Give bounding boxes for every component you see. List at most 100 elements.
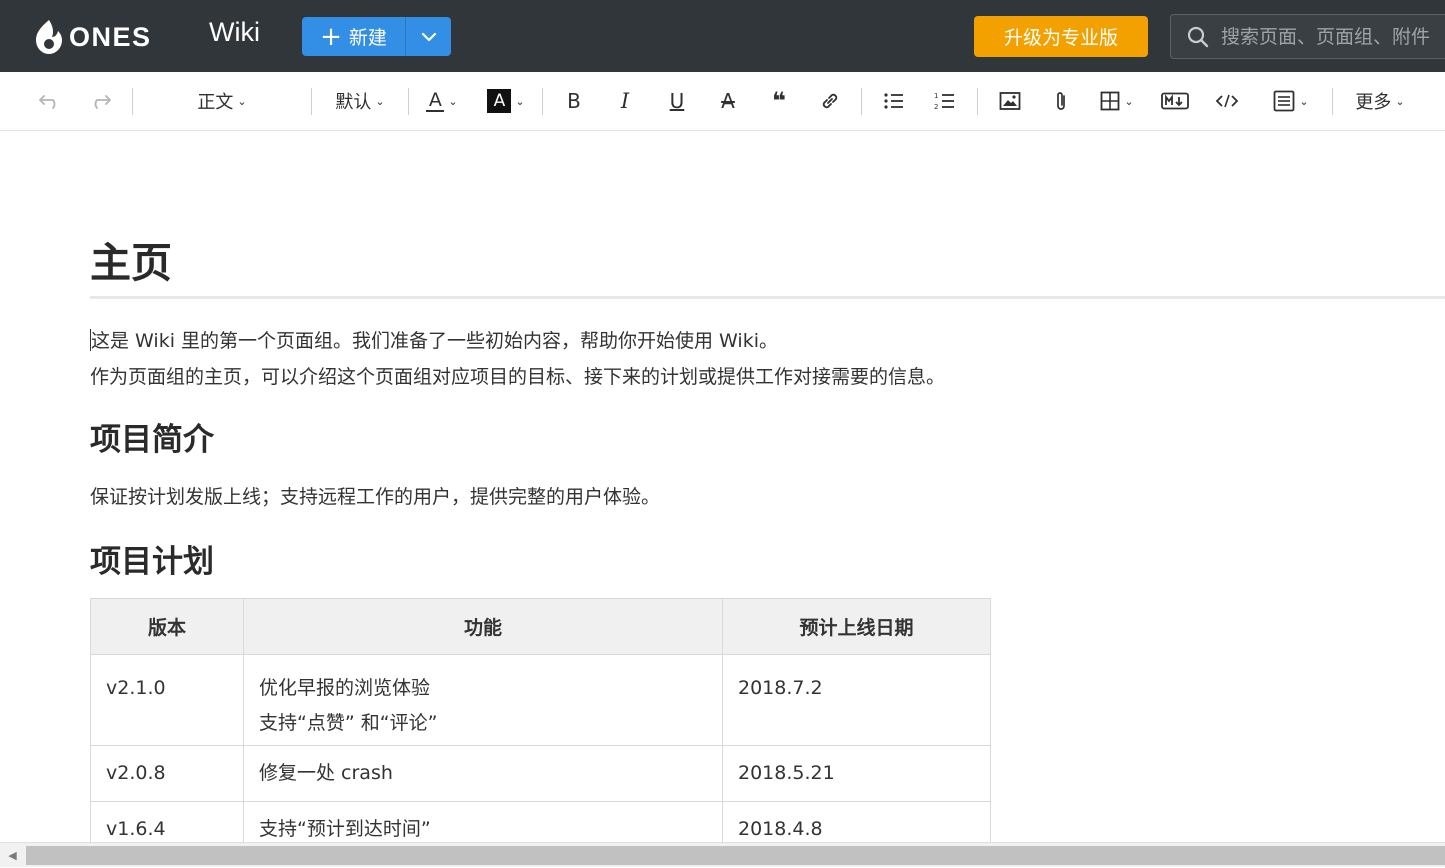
redo-icon [94, 95, 111, 109]
toolbar-divider [408, 88, 409, 115]
table-cell-version[interactable]: v2.1.0 [90, 654, 244, 746]
highlight-color-icon: A [487, 89, 512, 113]
markdown-button[interactable] [1158, 72, 1192, 130]
undo-button[interactable] [36, 72, 64, 130]
toolbar-divider [542, 88, 543, 115]
chevron-down-icon: ⌄ [1124, 94, 1134, 108]
top-bar: ONES Wiki + 新建 升级为专业版 [0, 0, 1445, 72]
intro-paragraph-1[interactable]: 这是 Wiki 里的第一个页面组。我们准备了一些初始内容，帮助你开始使用 Wik… [90, 326, 778, 353]
quote-button[interactable]: ❝ [765, 72, 793, 130]
markdown-icon [1161, 92, 1189, 110]
table-cell-date[interactable]: 2018.4.8 [722, 801, 991, 842]
chevron-down-icon: ⌄ [375, 94, 385, 108]
bullet-list-icon [884, 93, 903, 109]
toolbar-divider [977, 88, 978, 115]
more-menu-label: 更多 [1355, 92, 1392, 113]
svg-text:2: 2 [934, 103, 938, 111]
underline-button[interactable]: U [663, 72, 691, 130]
feature-line: 优化早报的浏览体验 [259, 677, 431, 699]
numbered-list-button[interactable]: 12 [931, 72, 959, 130]
link-icon [822, 93, 838, 109]
new-dropdown-button[interactable] [405, 17, 451, 56]
insert-table-button[interactable]: ⌄ [1096, 72, 1138, 130]
scrollbar-thumb[interactable] [26, 846, 1445, 865]
text-color-button[interactable]: A ⌄ [422, 72, 462, 130]
document-editor[interactable]: 主页 这是 Wiki 里的第一个页面组。我们准备了一些初始内容，帮助你开始使用 … [0, 131, 1445, 842]
paragraph-style-label: 正文 [197, 92, 234, 113]
table-icon [1100, 91, 1120, 111]
table-header-cell[interactable]: 版本 [90, 598, 244, 655]
redo-button[interactable] [86, 72, 114, 130]
bold-button[interactable]: B [560, 72, 588, 130]
highlight-color-button[interactable]: A ⌄ [483, 72, 529, 130]
search-input[interactable] [1221, 25, 1445, 48]
strikethrough-icon: A [721, 89, 735, 113]
search-icon [1187, 26, 1209, 47]
table-cell-features[interactable]: 支持“预计到达时间” [243, 801, 723, 842]
table-cell-features[interactable]: 优化早报的浏览体验 支持“点赞” 和“评论” [243, 654, 723, 746]
more-menu-button[interactable]: 更多 ⌄ [1348, 72, 1412, 130]
font-select-label: 默认 [335, 92, 372, 113]
chevron-down-icon [421, 32, 436, 41]
app-title: Wiki [209, 17, 260, 47]
table-header-cell[interactable]: 预计上线日期 [722, 598, 991, 655]
toc-button[interactable]: ⌄ [1268, 72, 1314, 130]
table-cell-version[interactable]: v1.6.4 [90, 801, 244, 842]
horizontal-scrollbar[interactable]: ◀ [0, 842, 1445, 867]
page-title[interactable]: 主页 [90, 229, 172, 289]
table-cell-date[interactable]: 2018.5.21 [722, 745, 991, 802]
code-icon [1215, 94, 1239, 108]
link-button[interactable] [816, 72, 844, 130]
new-button-label: 新建 [348, 27, 387, 49]
intro-paragraph-2[interactable]: 作为页面组的主页，可以介绍这个页面组对应项目的目标、接下来的计划或提供工作对接需… [90, 362, 945, 389]
undo-icon [39, 95, 56, 109]
chevron-down-icon: ⌄ [237, 94, 247, 108]
feature-line: 支持“预计到达时间” [259, 818, 431, 840]
section-heading-plan[interactable]: 项目计划 [90, 536, 214, 581]
text-color-icon: A [426, 90, 445, 112]
paperclip-icon [1057, 92, 1065, 110]
plus-icon: + [320, 21, 342, 52]
feature-line: 支持“点赞” 和“评论” [259, 712, 438, 734]
upgrade-button[interactable]: 升级为专业版 [974, 16, 1148, 57]
section-intro-text[interactable]: 保证按计划发版上线；支持远程工作的用户，提供完整的用户体验。 [90, 482, 660, 509]
feature-line: 修复一处 crash [259, 762, 393, 784]
table-of-contents-icon [1273, 90, 1295, 112]
toolbar-divider [132, 88, 133, 115]
table-row: v1.6.4 支持“预计到达时间” 2018.4.8 [90, 801, 991, 842]
title-divider [90, 296, 1445, 299]
bullet-list-button[interactable] [880, 72, 908, 130]
section-heading-intro[interactable]: 项目简介 [90, 414, 214, 459]
search-box[interactable] [1170, 14, 1445, 59]
table-row: v2.1.0 优化早报的浏览体验 支持“点赞” 和“评论” 2018.7.2 [90, 654, 991, 746]
chevron-down-icon: ⌄ [1395, 94, 1405, 108]
logo-text: ONES [69, 21, 152, 52]
table-cell-date[interactable]: 2018.7.2 [722, 654, 991, 746]
italic-icon: I [620, 89, 630, 113]
strikethrough-button[interactable]: A [714, 72, 742, 130]
table-header-cell[interactable]: 功能 [243, 598, 723, 655]
insert-image-button[interactable] [996, 72, 1024, 130]
new-button[interactable]: + 新建 [302, 17, 405, 56]
new-button-group: + 新建 [302, 17, 451, 56]
table-cell-version[interactable]: v2.0.8 [90, 745, 244, 802]
svg-text:1: 1 [934, 92, 938, 100]
plan-table[interactable]: 版本 功能 预计上线日期 v2.1.0 优化早报的浏览体验 支持“点赞” 和“评… [90, 598, 991, 842]
italic-button[interactable]: I [611, 72, 639, 130]
attachment-button[interactable] [1047, 72, 1075, 130]
scroll-left-icon[interactable]: ◀ [0, 843, 25, 868]
chevron-down-icon: ⌄ [1299, 94, 1309, 108]
quote-icon: ❝ [771, 87, 787, 115]
table-cell-features[interactable]: 修复一处 crash [243, 745, 723, 802]
code-button[interactable] [1212, 72, 1242, 130]
chevron-down-icon: ⌄ [515, 94, 525, 108]
paragraph-style-select[interactable]: 正文 ⌄ [190, 72, 254, 130]
table-row: v2.0.8 修复一处 crash 2018.5.21 [90, 745, 991, 802]
intro-text-1: 这是 Wiki 里的第一个页面组。我们准备了一些初始内容，帮助你开始使用 Wik… [91, 330, 778, 352]
editor-toolbar: 正文 ⌄ 默认 ⌄ A ⌄ A ⌄ B I U A ❝ 12 ⌄ ⌄ 更多 ⌄ [0, 72, 1445, 131]
ones-logo[interactable]: ONES [33, 18, 152, 56]
font-select[interactable]: 默认 ⌄ [328, 72, 392, 130]
image-icon [999, 92, 1021, 110]
toolbar-divider [861, 88, 862, 115]
numbered-list-icon: 12 [934, 92, 954, 111]
